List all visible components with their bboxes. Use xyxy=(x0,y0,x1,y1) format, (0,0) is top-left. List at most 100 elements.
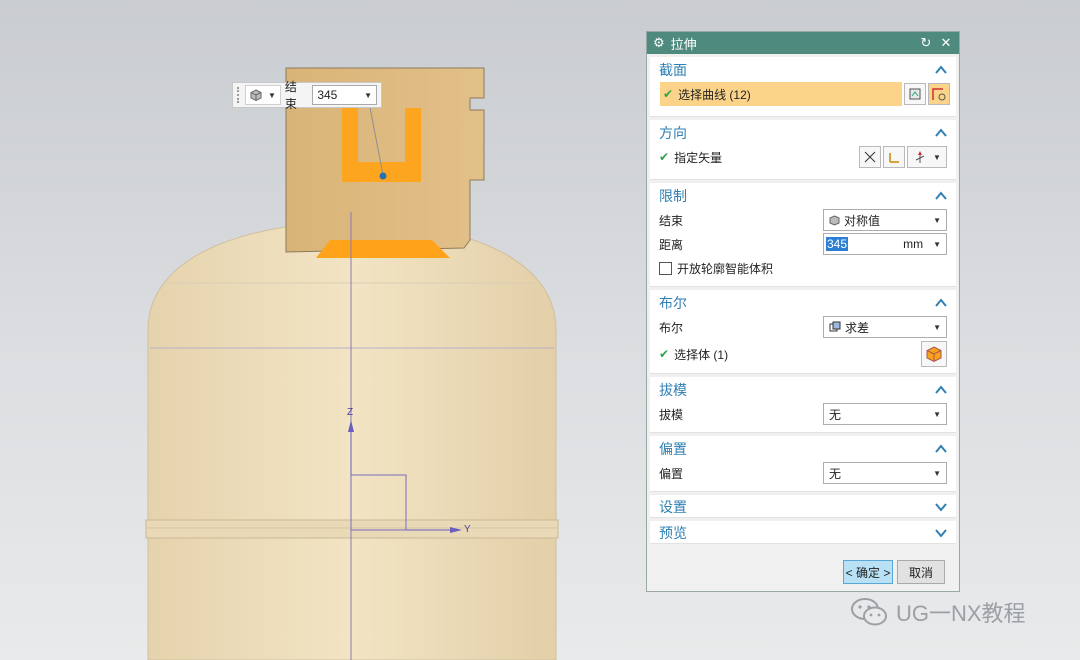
chevron-down-icon: ▼ xyxy=(364,90,372,100)
limits-header-label: 限制 xyxy=(659,187,687,204)
chevron-down-icon: ▼ xyxy=(267,90,276,100)
orange-cube-icon xyxy=(926,346,942,363)
floating-extrude-toolbar: ▼ 结束 345 ▼ xyxy=(232,80,382,111)
group-header-boolean[interactable]: 布尔 xyxy=(650,290,956,315)
end-row: 结束 对称值 ▼ xyxy=(650,208,956,232)
draft-select[interactable]: 无 ▼ xyxy=(823,403,947,425)
group-settings: 设置 xyxy=(650,495,956,518)
select-curve-row[interactable]: ✔ 选择曲线 (12) xyxy=(650,82,956,106)
boolean-select[interactable]: 求差 ▼ xyxy=(823,316,947,338)
group-limits: 限制 结束 对称值 ▼ 距离 345 mm ▼ 开放轮廓智能体积 xyxy=(650,183,956,287)
select-body-row[interactable]: ✔ 选择体 (1) xyxy=(650,339,956,369)
group-header-limits[interactable]: 限制 xyxy=(650,183,956,208)
collapse-up-icon[interactable] xyxy=(934,63,948,77)
group-draft: 拔模 拔模 无 ▼ xyxy=(650,377,956,433)
wechat-icon xyxy=(851,598,887,626)
chevron-down-icon: ▼ xyxy=(933,239,941,249)
dialog-footer: < 确定 > 取消 xyxy=(647,551,959,591)
mini-end-label: 结束 xyxy=(284,80,297,111)
check-icon: ✔ xyxy=(659,347,670,361)
group-header-direction[interactable]: 方向 xyxy=(650,120,956,145)
preview-header-label: 预览 xyxy=(659,524,687,541)
settings-header-label: 设置 xyxy=(659,498,687,515)
cancel-button[interactable]: 取消 xyxy=(897,560,945,584)
toolbar-grip[interactable] xyxy=(237,87,241,103)
open-profile-row[interactable]: 开放轮廓智能体积 xyxy=(650,256,956,280)
group-header-offset[interactable]: 偏置 xyxy=(650,436,956,461)
group-offset: 偏置 偏置 无 ▼ xyxy=(650,436,956,492)
tank-ring xyxy=(145,519,559,539)
distance-row: 距离 345 mm ▼ xyxy=(650,232,956,256)
mini-end-value-field[interactable]: 345 ▼ xyxy=(312,85,377,105)
extrude-dialog: ⚙ 拉伸 ↻ ✕ 截面 ✔ 选择曲线 (12) 方向 ✔ 指定矢量 ▼ 限制 结… xyxy=(646,31,960,592)
end-label: 结束 xyxy=(659,213,684,228)
chevron-down-icon: ▼ xyxy=(933,152,941,162)
mini-end-value: 345 xyxy=(317,88,338,102)
select-body-label: 选择体 (1) xyxy=(674,347,729,362)
axis-vector-icon xyxy=(915,151,925,163)
distance-input[interactable]: 345 mm ▼ xyxy=(823,233,947,255)
curve-pick-icon[interactable] xyxy=(928,83,950,105)
reset-icon[interactable]: ↻ xyxy=(919,35,933,51)
cube-icon xyxy=(250,89,262,101)
vector-constructor-icon[interactable] xyxy=(883,146,905,168)
distance-unit: mm xyxy=(903,237,924,251)
gear-icon[interactable]: ⚙ xyxy=(653,35,665,51)
expand-down-icon[interactable] xyxy=(934,500,948,514)
check-icon: ✔ xyxy=(663,87,674,101)
group-direction: 方向 ✔ 指定矢量 ▼ xyxy=(650,120,956,180)
chevron-down-icon: ▼ xyxy=(933,468,941,478)
collapse-up-icon[interactable] xyxy=(934,296,948,310)
group-header-section[interactable]: 截面 xyxy=(650,57,956,82)
collapse-up-icon[interactable] xyxy=(934,126,948,140)
group-header-preview[interactable]: 预览 xyxy=(650,521,956,544)
sketch-base xyxy=(316,240,450,258)
limit-type-dropdown[interactable]: ▼ xyxy=(244,85,281,105)
end-type-value: 对称值 xyxy=(844,213,881,228)
subtract-icon xyxy=(829,321,841,332)
group-boolean: 布尔 布尔 求差 ▼ ✔ 选择体 (1) xyxy=(650,290,956,374)
open-profile-checkbox[interactable] xyxy=(659,261,672,275)
draft-row: 拔模 无 ▼ xyxy=(650,402,956,426)
offset-value: 无 xyxy=(829,466,842,481)
ok-button[interactable]: < 确定 > xyxy=(843,560,893,584)
offset-header-label: 偏置 xyxy=(659,440,687,457)
end-type-select[interactable]: 对称值 ▼ xyxy=(823,209,947,231)
origin-point xyxy=(379,172,387,180)
direction-header-label: 方向 xyxy=(659,124,687,141)
specify-vector-label: 指定矢量 xyxy=(674,150,723,165)
watermark-text: UG一NX教程 xyxy=(896,601,1026,626)
vector-type-dropdown[interactable]: ▼ xyxy=(907,146,947,168)
group-preview: 预览 xyxy=(650,521,956,544)
offset-row: 偏置 无 ▼ xyxy=(650,461,956,485)
collapse-up-icon[interactable] xyxy=(934,189,948,203)
draft-label: 拔模 xyxy=(659,407,684,422)
group-header-settings[interactable]: 设置 xyxy=(650,495,956,518)
draft-header-label: 拔模 xyxy=(659,381,687,398)
select-body-icon[interactable] xyxy=(921,341,947,367)
specify-vector-row[interactable]: ✔ 指定矢量 ▼ xyxy=(650,145,956,169)
reverse-direction-icon[interactable] xyxy=(859,146,881,168)
distance-value: 345 xyxy=(826,237,849,251)
group-header-draft[interactable]: 拔模 xyxy=(650,377,956,402)
offset-select[interactable]: 无 ▼ xyxy=(823,462,947,484)
dialog-titlebar[interactable]: ⚙ 拉伸 ↻ ✕ xyxy=(647,32,959,54)
boolean-value: 求差 xyxy=(845,320,870,335)
chevron-down-icon: ▼ xyxy=(933,322,941,332)
boolean-header-label: 布尔 xyxy=(659,294,687,311)
z-axis-label: Z xyxy=(347,407,354,418)
select-curve-field[interactable]: ✔ 选择曲线 (12) xyxy=(660,82,902,106)
expand-down-icon[interactable] xyxy=(934,526,948,540)
watermark: UG一NX教程 xyxy=(850,596,1026,628)
tank-body xyxy=(147,221,557,660)
collapse-up-icon[interactable] xyxy=(934,383,948,397)
open-profile-label: 开放轮廓智能体积 xyxy=(677,261,774,276)
distance-label: 距离 xyxy=(659,237,684,252)
sketch-section-icon[interactable] xyxy=(904,83,926,105)
collapse-up-icon[interactable] xyxy=(934,442,948,456)
chevron-down-icon: ▼ xyxy=(933,215,941,225)
dialog-title: 拉伸 xyxy=(670,36,697,52)
section-header-label: 截面 xyxy=(659,61,687,78)
close-icon[interactable]: ✕ xyxy=(939,35,953,51)
boolean-row: 布尔 求差 ▼ xyxy=(650,315,956,339)
